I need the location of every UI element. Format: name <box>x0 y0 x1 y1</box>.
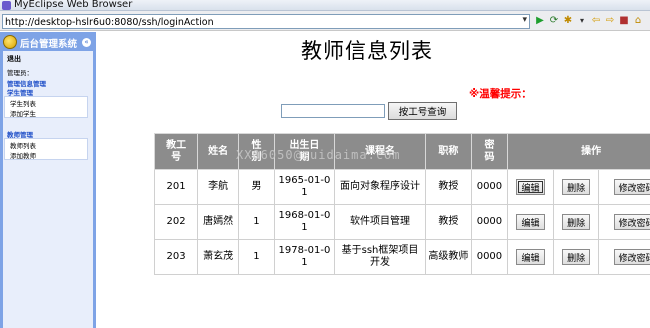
cell-gender: 1 <box>237 204 275 240</box>
collapse-icon[interactable]: « <box>82 38 91 47</box>
sidebar: 后台管理系统 « 退出 管理员： 管理信息管理 学生管理 学生列表 添加学生 教… <box>0 32 96 328</box>
admin-label: 管理员： <box>7 69 33 77</box>
header-course: 课程名 <box>333 133 427 170</box>
dropdown-icon[interactable]: ▾ <box>577 15 587 27</box>
cell-birth: 1978-01-01 <box>273 239 335 275</box>
cell-delete: 删除 <box>552 239 600 275</box>
edit-button[interactable]: 编辑 <box>516 214 545 230</box>
header-id: 教工 号 <box>153 133 199 170</box>
cell-title: 教授 <box>425 169 472 205</box>
go-icon[interactable]: ▶ <box>535 15 545 27</box>
cell-change-password: 修改密码 <box>598 204 650 240</box>
url-input[interactable] <box>3 16 513 29</box>
tip-label: ※温馨提示： <box>469 88 532 100</box>
change-password-button[interactable]: 修改密码 <box>613 214 650 230</box>
cell-name: 萧玄茂 <box>197 239 239 275</box>
edit-button[interactable]: 编辑 <box>516 249 545 265</box>
browser-toolbar-icons: ▶ ⟳ ✱ ▾ ⇦ ⇨ ■ ⌂ <box>535 15 643 27</box>
table-header-row: 教工 号 姓名 性 别 出生日 期 课程名 职称 密 码 操作 <box>153 133 650 170</box>
sidebar-header: 后台管理系统 « <box>3 34 93 50</box>
teacher-table: 教工 号 姓名 性 别 出生日 期 课程名 职称 密 码 操作 201 李航 男… <box>153 133 650 275</box>
cell-id: 202 <box>153 204 199 240</box>
sidebar-menu: 退出 管理员： 管理信息管理 学生管理 学生列表 添加学生 教师管理 教师列表 … <box>3 51 93 328</box>
url-dropdown-icon[interactable]: ▾ <box>522 15 527 25</box>
cell-course: 面向对象程序设计 <box>333 169 427 205</box>
address-toolbar: ▾ ▶ ⟳ ✱ ▾ ⇦ ⇨ ■ ⌂ <box>0 11 650 31</box>
cell-course: 基于ssh框架项目开发 <box>333 239 427 275</box>
logo-icon <box>3 35 17 49</box>
cell-title: 高级教师 <box>425 239 472 275</box>
url-field[interactable]: ▾ <box>2 14 530 29</box>
run-icon[interactable]: ⟳ <box>549 15 559 27</box>
delete-button[interactable]: 删除 <box>562 214 591 230</box>
refresh-icon[interactable]: ✱ <box>563 15 573 27</box>
cell-edit: 编辑 <box>507 169 554 205</box>
window-title: MyEclipse Web Browser <box>14 0 133 10</box>
window-titlebar: MyEclipse Web Browser <box>0 0 650 11</box>
header-gender: 性 别 <box>237 133 275 170</box>
cell-name: 唐嫣然 <box>197 204 239 240</box>
sidebar-title: 后台管理系统 <box>20 39 78 50</box>
sidebar-teacher-submenu: 教师列表 添加教师 <box>4 138 88 160</box>
header-birth: 出生日 期 <box>273 133 335 170</box>
home-icon[interactable]: ⌂ <box>633 15 643 27</box>
cell-change-password: 修改密码 <box>598 169 650 205</box>
cell-edit: 编辑 <box>507 204 554 240</box>
header-actions: 操作 <box>507 133 650 170</box>
change-password-button[interactable]: 修改密码 <box>613 179 650 195</box>
search-by-id-button[interactable]: 按工号查询 <box>388 102 457 120</box>
cell-password: 0000 <box>470 239 509 275</box>
sidebar-item-student-list[interactable]: 学生列表 <box>10 98 36 108</box>
cell-name: 李航 <box>197 169 239 205</box>
cell-delete: 删除 <box>552 204 600 240</box>
edit-button[interactable]: 编辑 <box>516 179 545 195</box>
header-password: 密 码 <box>470 133 509 170</box>
cell-id: 203 <box>153 239 199 275</box>
search-input[interactable] <box>281 104 385 118</box>
sidebar-item-add-teacher[interactable]: 添加教师 <box>10 150 36 160</box>
header-name: 姓名 <box>197 133 239 170</box>
delete-button[interactable]: 删除 <box>562 249 591 265</box>
cell-birth: 1965-01-01 <box>273 169 335 205</box>
table-row: 202 唐嫣然 1 1968-01-01 软件项目管理 教授 0000 编辑 删… <box>153 204 650 240</box>
cell-gender: 男 <box>237 169 275 205</box>
cell-id: 201 <box>153 169 199 205</box>
delete-button[interactable]: 删除 <box>562 179 591 195</box>
sidebar-item-teacher-list[interactable]: 教师列表 <box>10 140 36 150</box>
cell-gender: 1 <box>237 239 275 275</box>
main-content: 教师信息列表 ※温馨提示： 按工号查询 教工 号 姓名 性 别 出生日 期 课程… <box>96 32 650 328</box>
cell-password: 0000 <box>470 169 509 205</box>
page-title: 教师信息列表 <box>301 39 433 63</box>
logout-link[interactable]: 退出 <box>7 54 21 64</box>
cell-course: 软件项目管理 <box>333 204 427 240</box>
cell-delete: 删除 <box>552 169 600 205</box>
back-icon[interactable]: ⇦ <box>591 15 601 27</box>
change-password-button[interactable]: 修改密码 <box>613 249 650 265</box>
cell-password: 0000 <box>470 204 509 240</box>
table-row: 201 李航 男 1965-01-01 面向对象程序设计 教授 0000 编辑 … <box>153 169 650 205</box>
sidebar-item-add-student[interactable]: 添加学生 <box>10 108 36 118</box>
cell-birth: 1968-01-01 <box>273 204 335 240</box>
header-title: 职称 <box>425 133 472 170</box>
forward-icon[interactable]: ⇨ <box>605 15 615 27</box>
cell-edit: 编辑 <box>507 239 554 275</box>
sidebar-student-submenu: 学生列表 添加学生 <box>4 96 88 118</box>
cell-change-password: 修改密码 <box>598 239 650 275</box>
stop-icon[interactable]: ■ <box>619 15 629 27</box>
table-row: 203 萧玄茂 1 1978-01-01 基于ssh框架项目开发 高级教师 00… <box>153 239 650 275</box>
app-icon <box>2 1 11 10</box>
cell-title: 教授 <box>425 204 472 240</box>
